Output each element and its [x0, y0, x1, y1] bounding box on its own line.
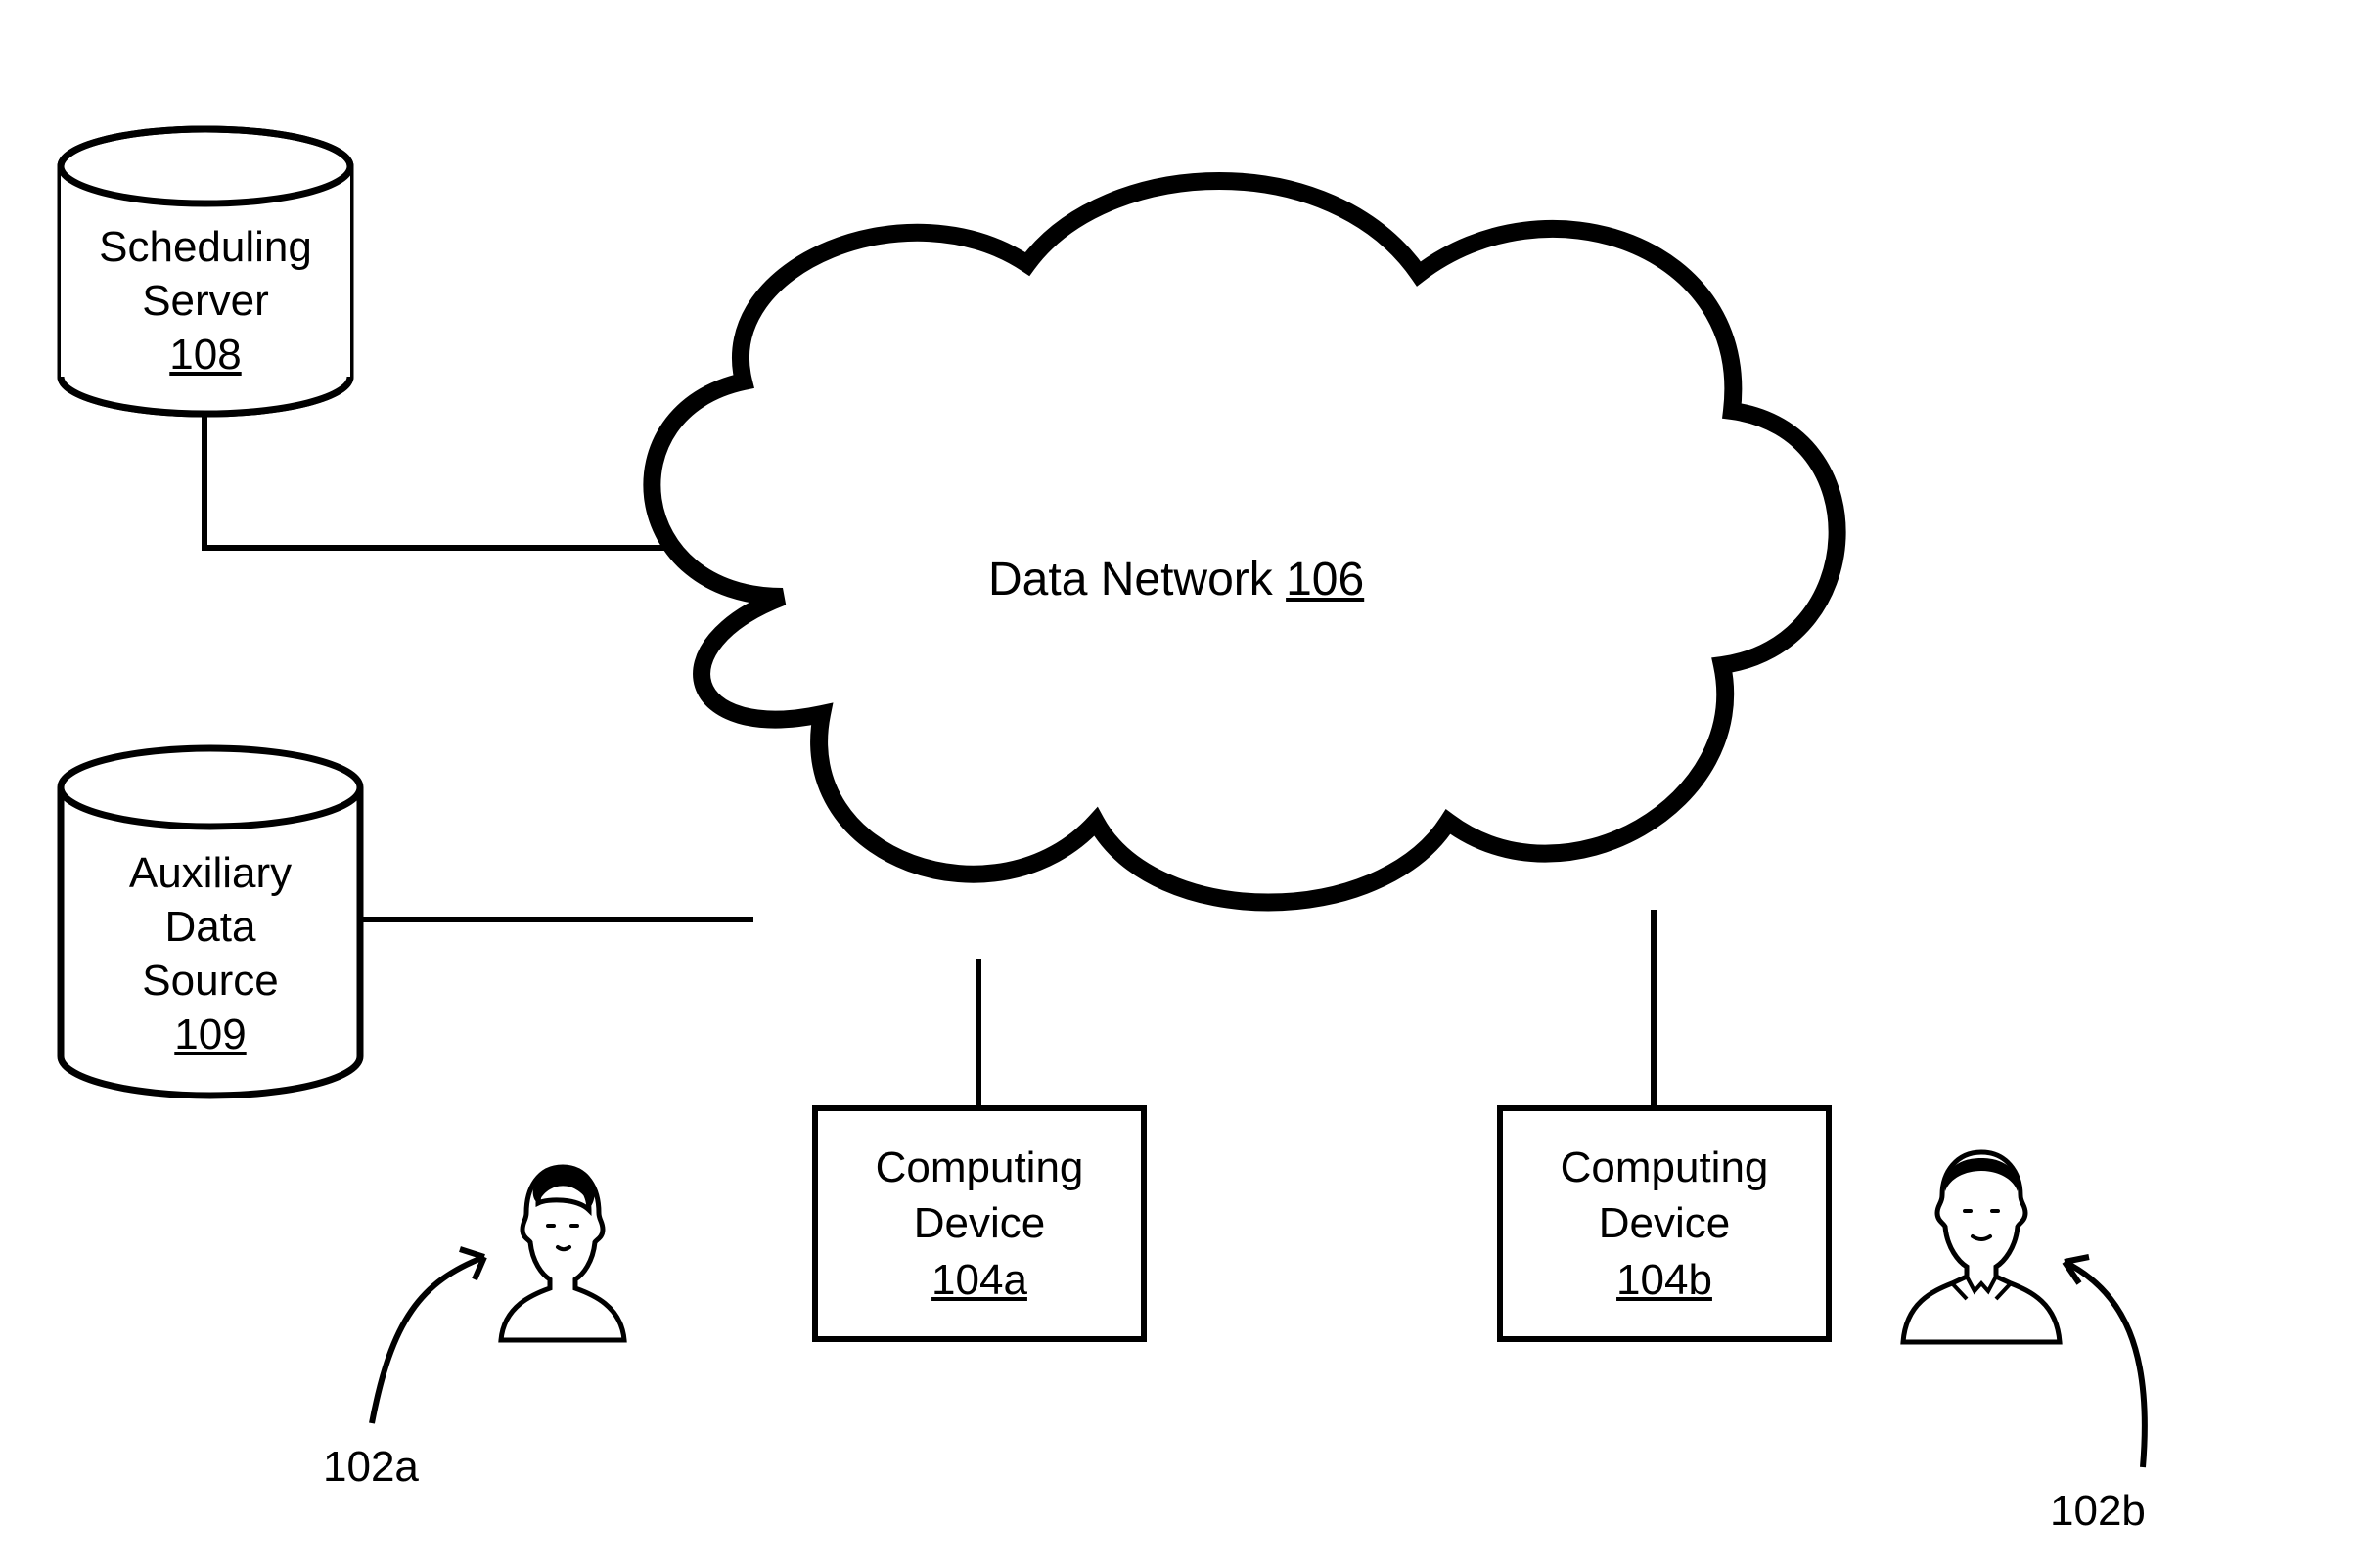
- user-b-ref: 102b: [2050, 1487, 2146, 1536]
- boxB-line1: Computing: [1561, 1140, 1769, 1195]
- diagram-canvas: Data Network 106 Scheduling Server 108 A…: [0, 0, 2361, 1568]
- user-a-ref: 102a: [323, 1443, 419, 1492]
- cyl1-line1: Scheduling: [68, 220, 342, 274]
- cyl2-line3: Source: [68, 954, 352, 1008]
- user-a-icon: [479, 1149, 646, 1345]
- cyl2-line1: Auxiliary: [68, 846, 352, 900]
- boxA-ref: 104a: [931, 1252, 1027, 1308]
- cloud-label: Data Network 106: [988, 553, 1364, 606]
- cyl2-ref: 109: [68, 1008, 352, 1061]
- cylinder-auxiliary-label: Auxiliary Data Source 109: [68, 846, 352, 1061]
- boxB-ref: 104b: [1616, 1252, 1712, 1308]
- cylinder-scheduling-label: Scheduling Server 108: [68, 220, 342, 381]
- cyl1-line2: Server: [68, 274, 342, 328]
- cloud-label-text: Data Network: [988, 554, 1286, 605]
- box-computing-device-b: Computing Device 104b: [1497, 1105, 1832, 1342]
- boxA-line1: Computing: [876, 1140, 1084, 1195]
- boxA-line2: Device: [914, 1195, 1046, 1251]
- box-computing-device-a: Computing Device 104a: [812, 1105, 1147, 1342]
- cloud-ref: 106: [1286, 554, 1364, 605]
- cyl1-ref: 108: [68, 328, 342, 381]
- cyl2-line2: Data: [68, 900, 352, 954]
- boxB-line2: Device: [1599, 1195, 1731, 1251]
- user-b-icon: [1888, 1135, 2074, 1350]
